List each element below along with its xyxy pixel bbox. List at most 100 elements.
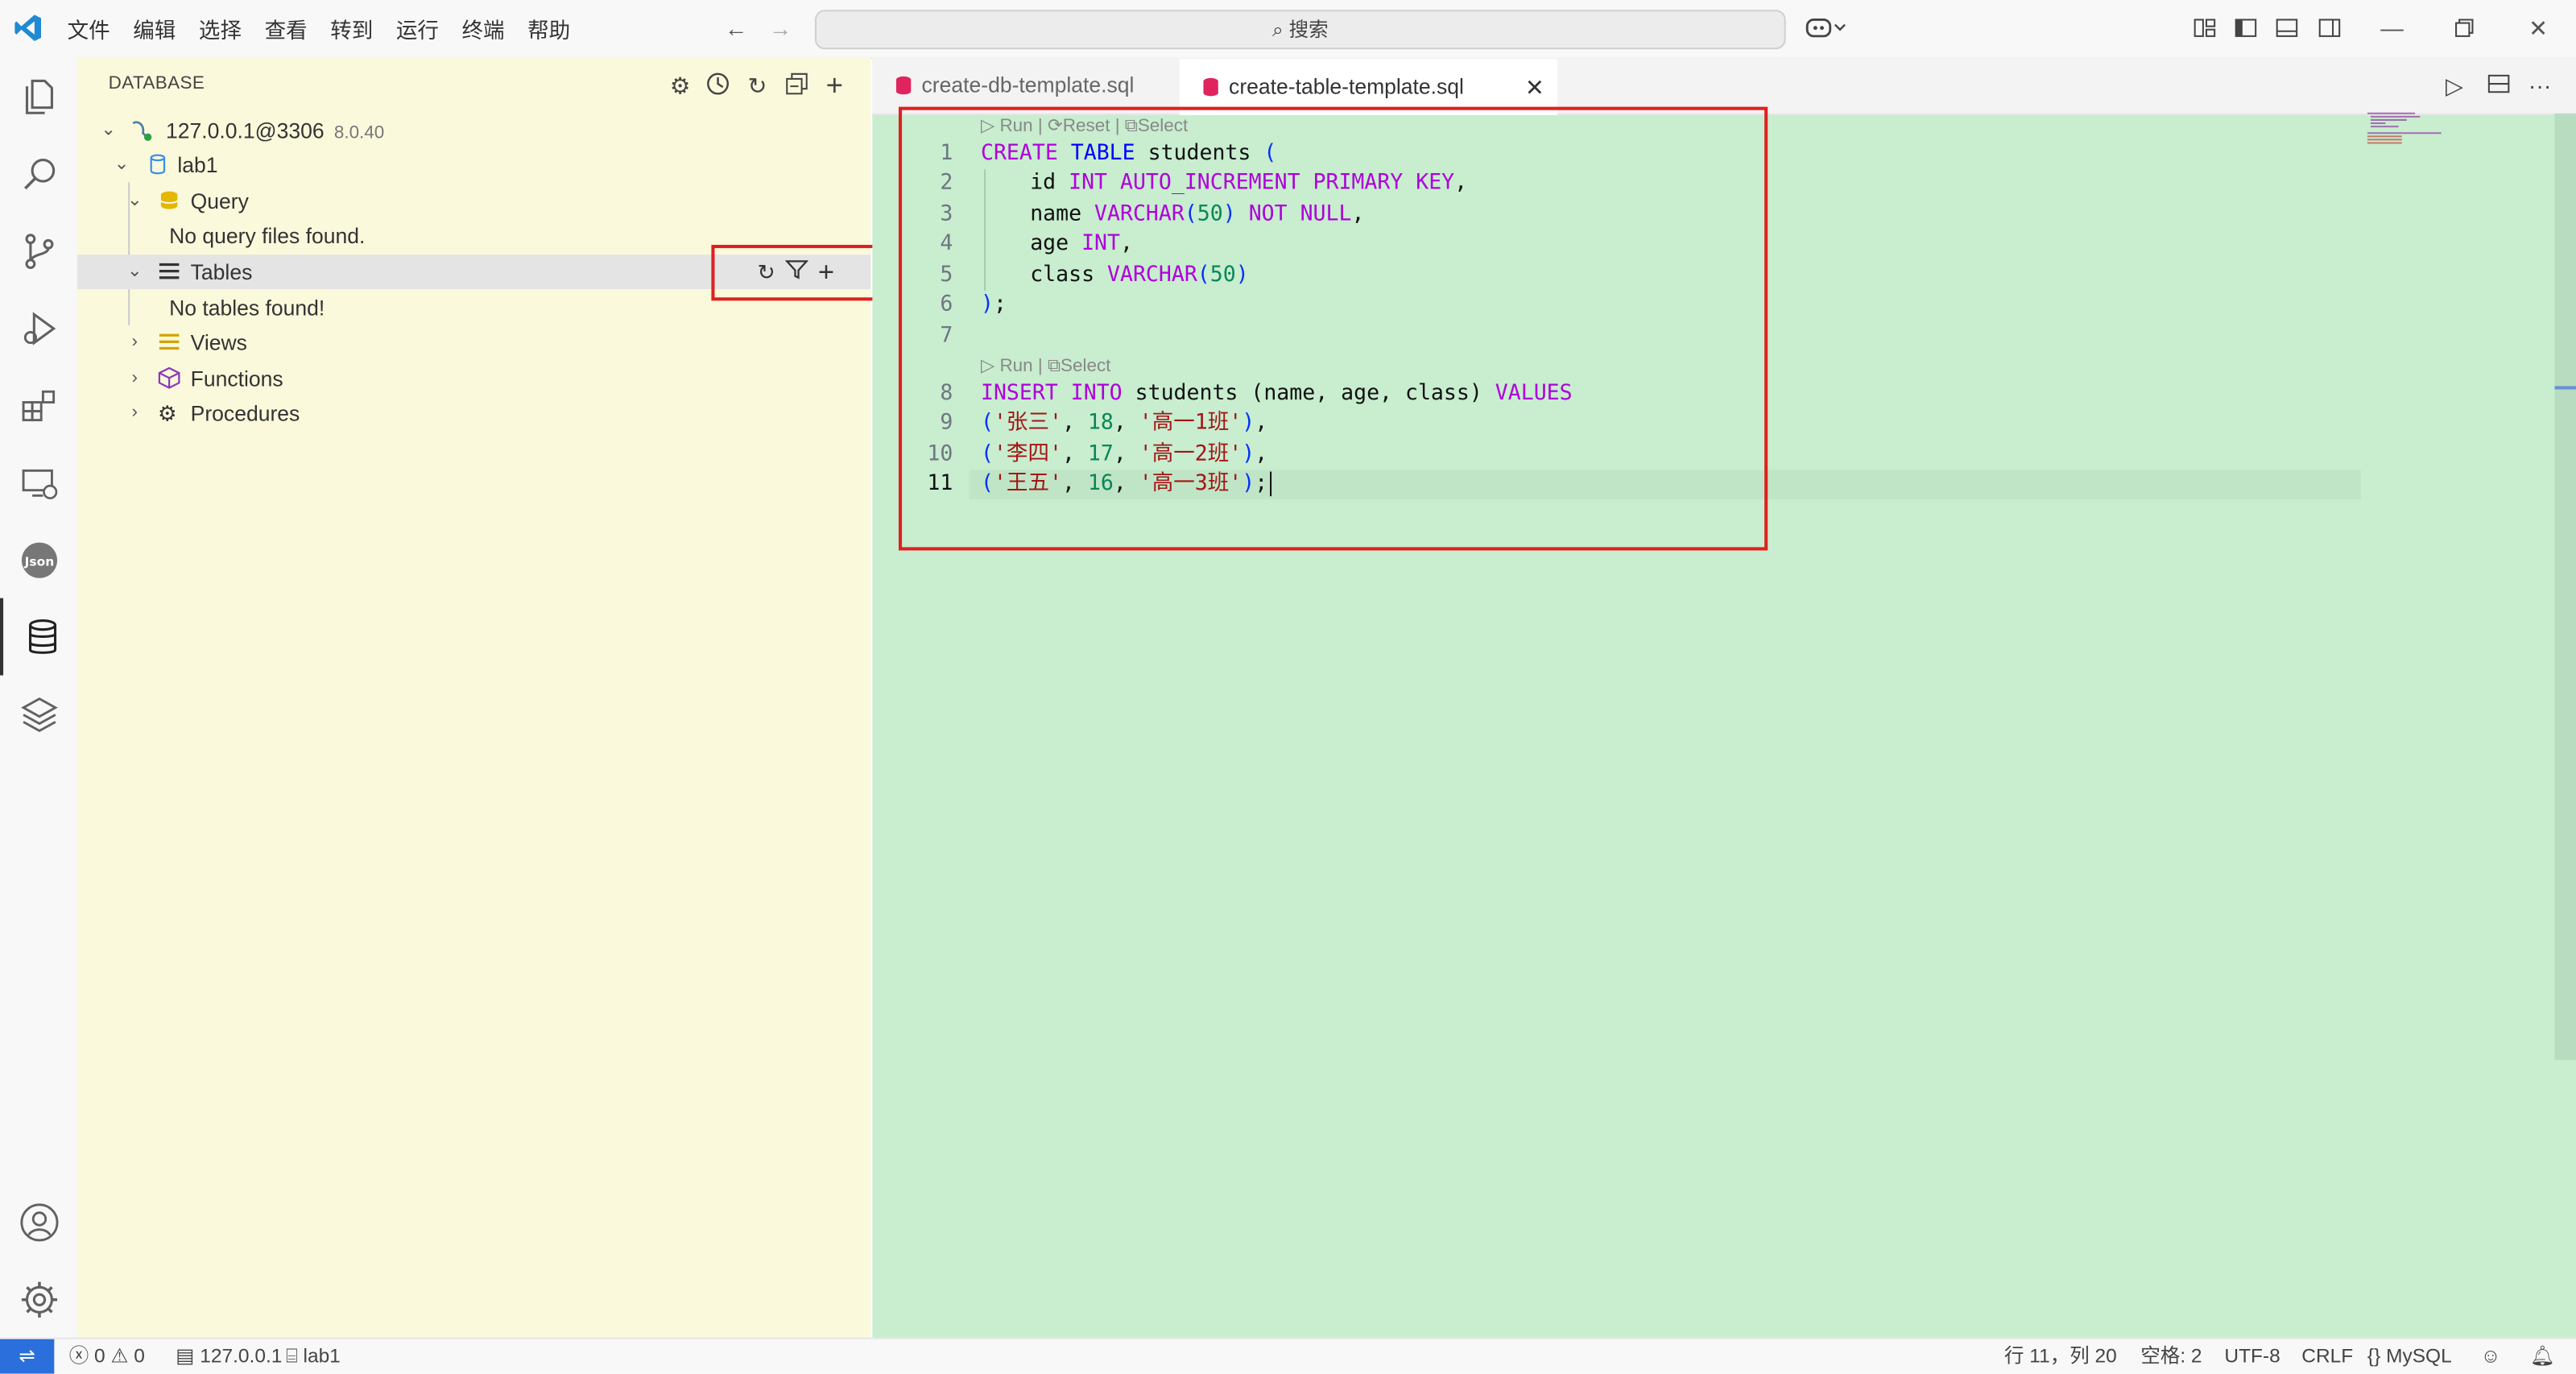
connection-host: 127.0.0.1 [200,1343,283,1368]
db-cylinder-icon: ⌸ [285,1343,298,1368]
run-debug-icon[interactable] [0,289,77,366]
remote-explorer-icon[interactable] [0,444,77,521]
minimize-icon[interactable]: — [2379,14,2405,41]
extensions-icon[interactable] [0,366,77,444]
views-label: Views [190,330,247,355]
menu-bar: 文件 编辑 选择 查看 转到 运行 终端 帮助 [56,0,581,57]
title-bar: 文件 编辑 选择 查看 转到 运行 终端 帮助 ← → ⌕ 搜索 — ✕ [0,0,2576,60]
tables-empty-message: No tables found! [77,291,870,325]
tree-database-lab1[interactable]: ⌄ lab1 [77,148,870,183]
settings-icon[interactable]: ⚙ [665,71,695,101]
forward-arrow-icon[interactable]: → [769,14,792,41]
query-icon [160,191,179,209]
back-arrow-icon[interactable]: ← [725,14,748,41]
chevron-down-icon: ⌄ [101,119,117,140]
collapse-all-icon[interactable] [782,71,812,101]
add-connection-icon[interactable]: + [820,71,850,101]
menu-edit[interactable]: 编辑 [122,13,188,44]
sql-file-icon [895,76,912,95]
toggle-panel-icon[interactable] [2274,14,2301,41]
customize-layout-icon[interactable] [2192,14,2218,41]
run-file-icon[interactable]: ▷ [2442,72,2468,99]
chevron-right-icon: › [131,402,139,423]
encoding[interactable]: UTF-8 [2224,1339,2280,1374]
command-center-search[interactable]: ⌕ 搜索 [814,10,1786,50]
toggle-secondary-sidebar-icon[interactable] [2317,14,2343,41]
menu-file[interactable]: 文件 [56,13,122,44]
notifications-bell-icon[interactable]: 🔔︎ [2530,1339,2555,1374]
indentation[interactable]: 空格: 2 [2140,1339,2202,1374]
more-actions-icon[interactable]: ··· [2527,72,2553,99]
mysql-connection-icon [132,121,152,142]
tree-connection[interactable]: ⌄ 127.0.0.1@3306 8.0.40 [77,114,870,148]
toggle-primary-sidebar-icon[interactable] [2233,14,2260,41]
accounts-icon[interactable] [0,1183,77,1260]
chevron-right-icon: › [131,332,139,352]
sidebar-title: DATABASE [108,73,205,94]
connection-name: 127.0.0.1@3306 [166,118,325,143]
sql-file-icon [1203,77,1218,97]
highlight-box-editor [898,106,1768,551]
language-mode[interactable]: {} MySQL [2367,1339,2452,1374]
copilot-icon[interactable] [1804,14,1850,41]
restore-icon[interactable] [2451,14,2478,41]
vscode-logo-icon [14,14,42,42]
menu-view[interactable]: 查看 [253,13,319,44]
procedures-gear-icon: ⚙ [157,400,177,426]
database-icon[interactable] [0,598,81,676]
history-icon[interactable] [703,71,733,101]
tree-query[interactable]: ⌄ Query [77,184,870,219]
database-label: lab1 [303,1343,341,1368]
cursor-position[interactable]: 行 11，列 20 [2004,1339,2117,1374]
query-label: Query [190,188,249,214]
json-icon[interactable]: Json [0,521,77,598]
menu-selection[interactable]: 选择 [188,13,254,44]
tables-empty-text: No tables found! [169,296,325,321]
tables-label: Tables [190,259,253,284]
warning-icon: ⚠ [110,1343,129,1368]
chevron-right-icon: › [131,368,139,388]
procedures-label: Procedures [190,400,300,426]
tab-label: create-table-template.sql [1229,73,1464,99]
minimap[interactable] [2366,109,2456,158]
menu-go[interactable]: 转到 [319,13,385,44]
search-view-icon[interactable] [0,135,77,212]
menu-run[interactable]: 运行 [385,13,451,44]
problems-indicator[interactable]: ⓧ 0 ⚠ 0 [69,1339,145,1374]
status-bar: ⇌ ⓧ 0 ⚠ 0 ▤ 127.0.0.1 ⌸ lab1 行 11，列 20 空… [0,1337,2576,1374]
copilot-status-icon[interactable]: ☺ [2481,1339,2501,1374]
braces-icon: {} [2367,1343,2381,1368]
tree-functions[interactable]: › Functions [77,362,870,396]
menu-terminal[interactable]: 终端 [450,13,516,44]
functions-cube-icon [158,366,180,389]
layers-icon[interactable] [0,676,77,753]
svg-text:Json: Json [23,553,54,568]
tab-create-db-template[interactable]: create-db-template.sql [872,57,1226,113]
remote-indicator-icon[interactable]: ⇌ [0,1339,55,1374]
search-icon: ⌕ [1272,18,1284,42]
chevron-down-icon: ⌄ [126,190,143,211]
refresh-icon[interactable]: ↻ [742,71,772,101]
views-icon [159,333,180,350]
search-label: 搜索 [1288,18,1329,42]
close-window-icon[interactable]: ✕ [2525,14,2552,41]
split-editor-icon[interactable] [2486,72,2512,99]
database-status[interactable]: ⌸ lab1 [286,1339,341,1374]
scrollbar-cursor-marker [2554,386,2576,390]
error-count: 0 [94,1343,105,1368]
tables-list-icon [159,263,180,279]
tree-views[interactable]: › Views [77,325,870,360]
source-control-icon[interactable] [0,212,77,289]
database-name: lab1 [177,152,218,178]
vertical-scrollbar[interactable] [2554,113,2576,1060]
connection-status[interactable]: ▤ 127.0.0.1 [176,1339,282,1374]
tree-procedures[interactable]: › ⚙ Procedures [77,396,870,431]
query-empty-text: No query files found. [169,223,366,249]
server-icon: ▤ [176,1343,195,1368]
warning-count: 0 [134,1343,145,1368]
explorer-icon[interactable] [0,57,77,135]
settings-gear-icon[interactable] [0,1260,77,1338]
line-endings[interactable]: CRLF [2301,1339,2353,1374]
database-node-icon [150,154,166,175]
menu-help[interactable]: 帮助 [516,13,582,44]
